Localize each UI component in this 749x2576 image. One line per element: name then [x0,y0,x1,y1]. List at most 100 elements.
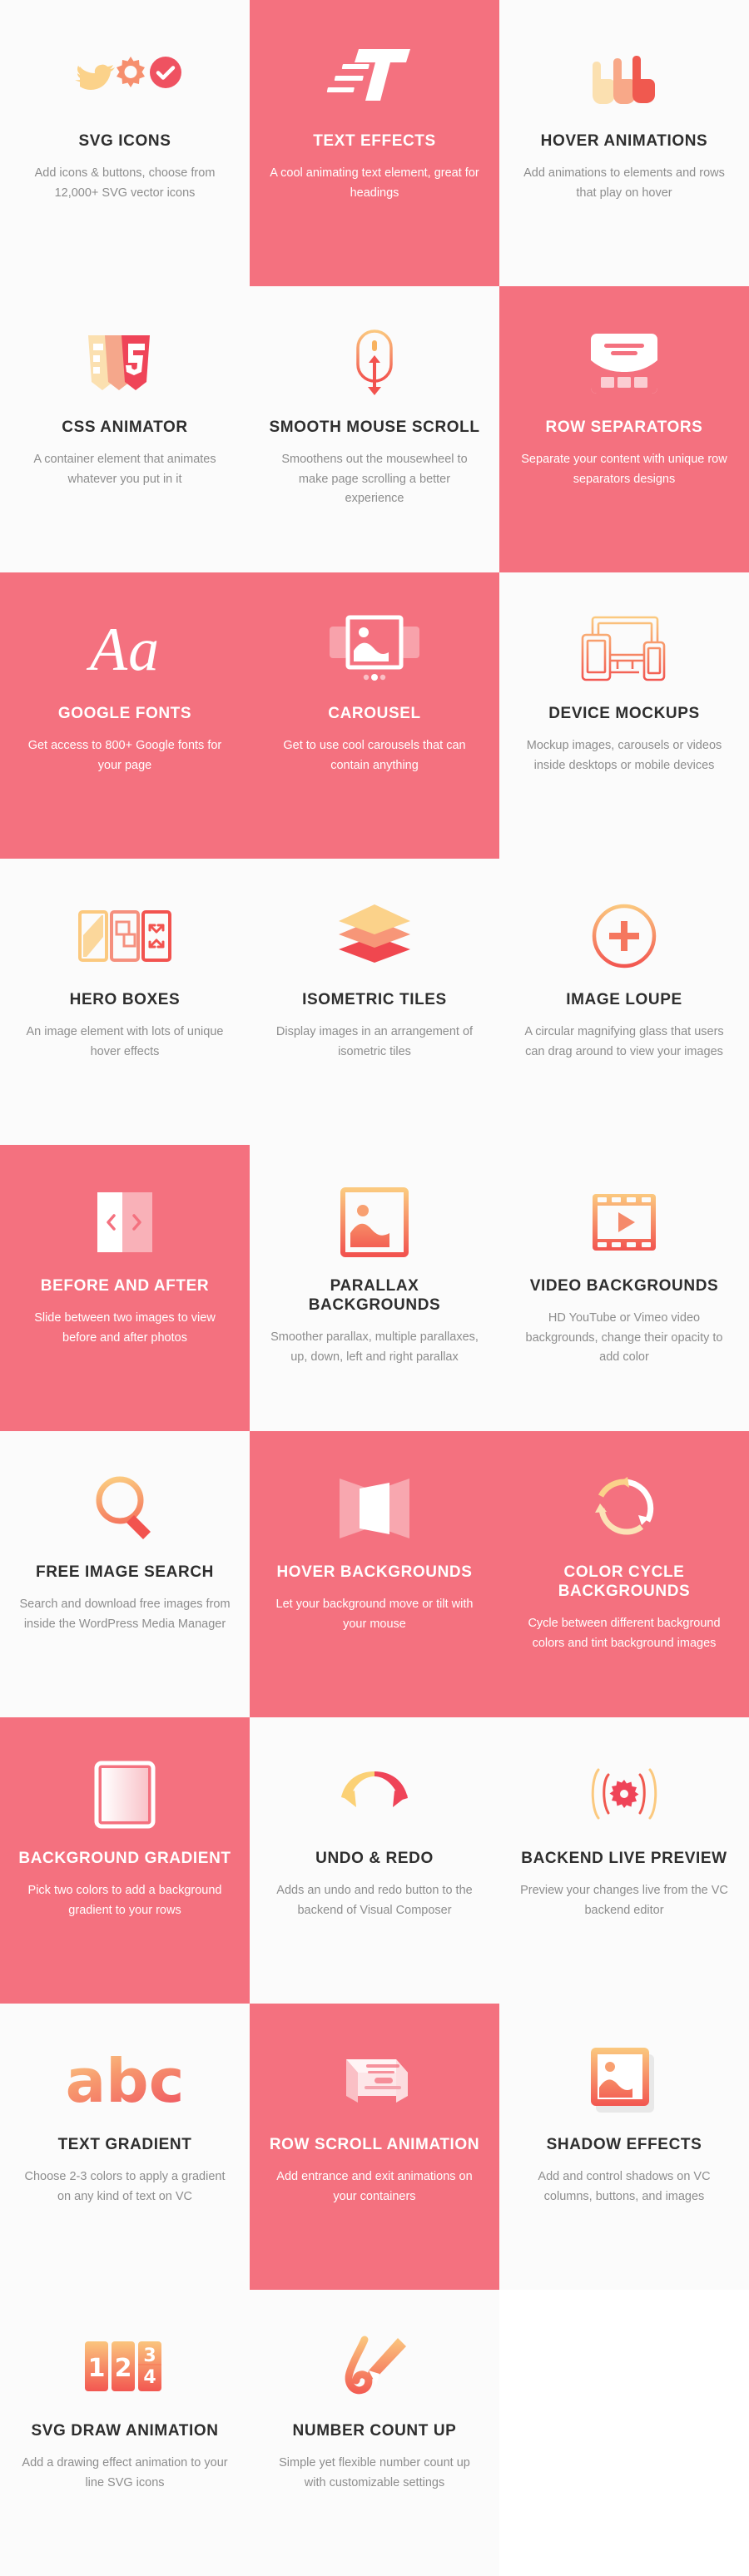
feature-title: BACKEND LIVE PREVIEW [521,1850,727,1867]
feature-card[interactable]: IMAGE LOUPE A circular magnifying glass t… [499,859,749,1145]
svg-text:4: 4 [143,2367,156,2388]
feature-card[interactable]: FREE IMAGE SEARCH Search and download fre… [0,1431,250,1717]
carousel-icon [328,601,421,699]
feature-card[interactable]: SVG ICONS Add icons & buttons, choose fro… [0,0,250,286]
feature-grid: SVG ICONS Add icons & buttons, choose fro… [0,0,749,2576]
feature-title: CAROUSEL [328,705,421,722]
feature-title: VIDEO BACKGROUNDS [529,1277,719,1295]
feature-card[interactable]: ROW SCROLL ANIMATION Add entrance and exi… [250,2004,499,2290]
feature-card[interactable]: ROW SEPARATORS Separate your content with… [499,286,749,572]
feature-card[interactable]: 1 2 3 4 SVG DRAW ANIMATION Add a drawing effe… [0,2290,250,2576]
feature-description: A circular magnifying glass that users c… [524,1025,724,1058]
feature-title: SHADOW EFFECTS [546,2136,702,2153]
feature-description: Search and download free images from ins… [19,1598,231,1631]
feature-title: HOVER BACKGROUNDS [276,1563,473,1581]
svg-draw-animation-icon: 1234 [83,2318,166,2416]
feature-description: A cool animating text element, great for… [270,166,479,200]
feature-title: SVG ICONS [78,132,171,150]
device-mockups-icon [581,601,667,699]
feature-card[interactable]: NUMBER COUNT UP Simple yet flexible numbe… [250,2290,499,2576]
feature-description: Preview your changes live from the VC ba… [520,1884,728,1917]
feature-card[interactable]: abc TEXT GRADIENT Choose 2-3 colors to app… [0,2004,250,2290]
feature-description: An image element with lots of unique hov… [26,1025,224,1058]
feature-description: Add and control shadows on VC columns, b… [538,2170,711,2203]
feature-title: HOVER ANIMATIONS [540,132,708,150]
undo-redo-icon [335,1746,414,1844]
shadow-effects-icon [589,2032,659,2130]
feature-card[interactable]: SMOOTH MOUSE SCROLL Smoothens out the mou… [250,286,499,572]
video-backgrounds-icon [591,1173,657,1271]
svg-text:1: 1 [88,2354,106,2383]
color-cycle-backgrounds-icon [589,1459,659,1558]
feature-description: Add entrance and exit animations on your… [276,2170,473,2203]
feature-title: ROW SEPARATORS [545,419,703,436]
feature-card[interactable]: VIDEO BACKGROUNDS HD YouTube or Vimeo vid… [499,1145,749,1431]
feature-description: Get to use cool carousels that can conta… [283,739,466,772]
feature-title: CSS ANIMATOR [62,419,188,436]
feature-description: Add a drawing effect animation to your l… [22,2456,228,2489]
feature-card[interactable]: UNDO & REDO Adds an undo and redo button … [250,1717,499,2004]
feature-description: A container element that animates whatev… [33,453,216,486]
feature-title: NUMBER COUNT UP [292,2422,457,2440]
feature-card[interactable]: BACKEND LIVE PREVIEW Preview your changes… [499,1717,749,2004]
feature-title: PARALLAX BACKGROUNDS [308,1277,441,1315]
feature-card[interactable]: CSS ANIMATOR A container element that ani… [0,286,250,572]
feature-description: Display images in an arrangement of isom… [275,1025,474,1058]
feature-title: IMAGE LOUPE [566,991,682,1008]
feature-card[interactable]: ISOMETRIC TILES Display images in an arra… [250,859,499,1145]
before-and-after-icon [94,1173,156,1271]
feature-card[interactable]: HERO BOXES An image element with lots of … [0,859,250,1145]
feature-description: HD YouTube or Vimeo video backgrounds, c… [525,1311,723,1365]
feature-card[interactable]: PARALLAX BACKGROUNDS Smoother parallax, m… [250,1145,499,1431]
feature-title: DEVICE MOCKUPS [548,705,700,722]
feature-title: FREE IMAGE SEARCH [36,1563,214,1581]
feature-title: HERO BOXES [69,991,181,1008]
hero-boxes-icon [78,887,171,985]
image-loupe-icon [591,887,657,985]
text-gradient-icon: abc [65,2046,185,2116]
feature-description: Smoothens out the mousewheel to make pag… [281,453,468,506]
feature-description: Cycle between different background color… [528,1617,721,1650]
feature-description: Let your background move or tilt with yo… [275,1598,474,1631]
empty-grid-cell [499,2290,749,2576]
backend-live-preview-icon [588,1746,660,1844]
feature-description: Smoother parallax, multiple parallaxes, … [270,1330,479,1364]
feature-description: Mockup images, carousels or videos insid… [526,739,722,772]
feature-card[interactable]: HOVER BACKGROUNDS Let your background mov… [250,1431,499,1717]
svg-text:2: 2 [115,2354,132,2383]
feature-card[interactable]: BEFORE AND AFTER Slide between two images… [0,1145,250,1431]
feature-card[interactable]: HOVER ANIMATIONS Add animations to elemen… [499,0,749,286]
background-gradient-icon [94,1746,156,1844]
feature-description: Add animations to elements and rows that… [523,166,725,200]
free-image-search-icon [93,1459,156,1558]
feature-title: SMOOTH MOUSE SCROLL [269,419,480,436]
feature-title: COLOR CYCLE BACKGROUNDS [558,1563,691,1601]
feature-description: Choose 2-3 colors to apply a gradient on… [24,2170,226,2203]
feature-title: ROW SCROLL ANIMATION [269,2136,480,2153]
feature-card[interactable]: CAROUSEL Get to use cool carousels that c… [250,572,499,859]
feature-title: BACKGROUND GRADIENT [18,1850,231,1867]
feature-card[interactable]: Aa GOOGLE FONTS Get access to 800+ Google … [0,572,250,859]
hover-animations-icon [583,28,666,126]
feature-description: Adds an undo and redo button to the back… [276,1884,473,1917]
row-scroll-animation-icon [335,2032,414,2130]
feature-title: TEXT EFFECTS [313,132,436,150]
feature-description: Get access to 800+ Google fonts for your… [27,739,222,772]
smooth-mouse-scroll-icon [345,315,404,413]
feature-card[interactable]: COLOR CYCLE BACKGROUNDS Cycle between dif… [499,1431,749,1717]
feature-title: GOOGLE FONTS [57,705,192,722]
row-separators-icon [589,315,659,413]
feature-title: ISOMETRIC TILES [302,991,447,1008]
svg-icons-icon [68,28,181,126]
feature-description: Simple yet flexible number count up with… [279,2456,470,2489]
feature-title: BEFORE AND AFTER [40,1277,210,1295]
parallax-backgrounds-icon [340,1173,409,1271]
feature-card[interactable]: BACKGROUND GRADIENT Pick two colors to ad… [0,1717,250,2004]
number-count-up-icon [340,2318,409,2416]
feature-description: Pick two colors to add a background grad… [27,1884,222,1917]
feature-card[interactable]: SHADOW EFFECTS Add and control shadows on… [499,2004,749,2290]
css-animator-icon [82,315,168,413]
text-effects-icon [326,28,420,126]
feature-card[interactable]: TEXT EFFECTS A cool animating text elemen… [250,0,499,286]
feature-card[interactable]: DEVICE MOCKUPS Mockup images, carousels o… [499,572,749,859]
